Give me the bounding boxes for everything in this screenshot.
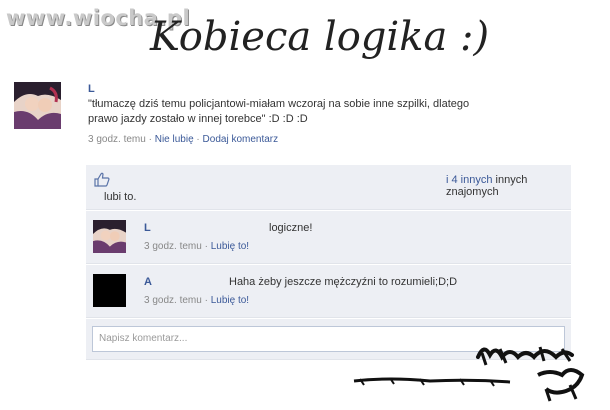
likes-line-2: lubi to. (104, 191, 137, 203)
comment-author-avatar[interactable] (93, 274, 126, 307)
comment-like-link[interactable]: Lubię to! (211, 295, 249, 306)
comment-timestamp[interactable]: 3 godz. temu (144, 295, 202, 306)
comment-meta: 3 godz. temu · Lubię to! (144, 241, 249, 252)
post-meta: 3 godz. temu · Nie lubię · Dodaj komenta… (88, 132, 598, 147)
comment-author-avatar[interactable] (93, 220, 126, 253)
comment-item: A Haha żeby jeszcze mężczyźni to rozumie… (86, 265, 571, 318)
meta-separator: · (204, 241, 208, 252)
likes-others-link[interactable]: i 4 innych (446, 174, 492, 186)
likes-summary: i 4 innych innych znajomych (446, 174, 571, 198)
meta-separator: · (196, 134, 200, 145)
meta-separator: · (148, 134, 152, 145)
post-author-name[interactable]: L (88, 82, 598, 97)
thumbs-up-icon (94, 172, 110, 192)
add-comment-link[interactable]: Dodaj komentarz (203, 134, 279, 145)
dislike-link[interactable]: Nie lubię (155, 134, 194, 145)
comment-text: Haha żeby jeszcze mężczyźni to rozumieli… (229, 276, 458, 288)
post-body: L "tłumaczę dziś temu policjantowi-miała… (88, 82, 598, 147)
comment-text: logiczne! (269, 222, 313, 234)
comment-like-link[interactable]: Lubię to! (211, 241, 249, 252)
post-author-avatar[interactable] (14, 82, 61, 129)
handwritten-signature (353, 346, 585, 402)
post-text-line-1: "tłumaczę dziś temu policjantowi-miałam … (88, 98, 470, 110)
comment-item: L logiczne! 3 godz. temu · Lubię to! (86, 211, 571, 264)
comment-meta: 3 godz. temu · Lubię to! (144, 295, 249, 306)
post-timestamp[interactable]: 3 godz. temu (88, 134, 146, 145)
meta-separator: · (204, 295, 208, 306)
comment-timestamp[interactable]: 3 godz. temu (144, 241, 202, 252)
likes-box: i 4 innych innych znajomych lubi to. (86, 165, 571, 210)
page-title: Kobieca logika :) (150, 14, 490, 60)
comment-author-name[interactable]: L (144, 221, 151, 236)
comment-author-name[interactable]: A (144, 275, 152, 290)
post-text-line-2: prawo jazdy zostało w innej torebce" :D … (88, 113, 308, 125)
